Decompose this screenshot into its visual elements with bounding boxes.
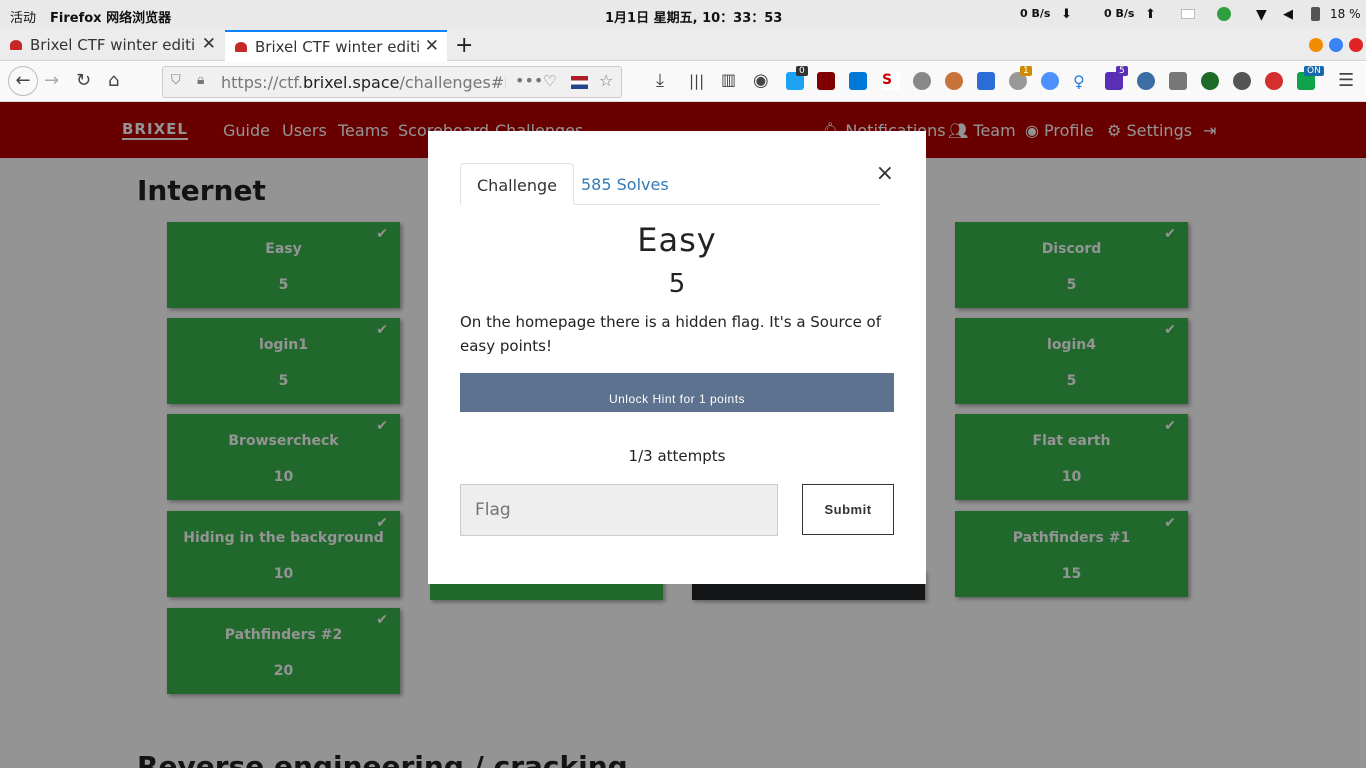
extension-icon[interactable] [1233,72,1251,90]
minimize-icon[interactable] [1309,38,1323,52]
arrow-up-icon: ⬆ [1145,7,1156,22]
unlock-hint-button[interactable]: Unlock Hint for 1 points [460,373,894,412]
browser-tab-active[interactable]: Brixel CTF winter edition ✕ [225,30,447,61]
volume-icon[interactable]: ◀ [1283,7,1297,22]
downloads-icon[interactable]: ⤓ [656,70,664,91]
extension-icon[interactable] [1041,72,1059,90]
extension-icon[interactable] [1201,72,1219,90]
wifi-icon[interactable]: ▼ [1256,7,1270,23]
challenge-name: Easy [637,221,717,259]
battery-icon[interactable] [1311,7,1320,21]
challenge-value: 5 [668,269,686,299]
activities-button[interactable]: 活动 [10,7,36,26]
keyboard-icon[interactable] [1181,9,1195,19]
browser-tab[interactable]: Brixel CTF winter edition ✕ [0,30,224,61]
reload-icon[interactable]: ↻ [76,70,91,91]
hamburger-menu-icon[interactable]: ☰ [1338,70,1354,91]
pin-icon[interactable]: ♀ [1073,72,1091,91]
bookmark-star-icon[interactable]: ☆ [599,71,613,90]
navigation-toolbar: ← → ↻ ⌂ ⛉ 🔒︎ https://ctf.brixel.space/ch… [0,62,1366,102]
extension-icon[interactable]: S [882,72,900,90]
forward-icon[interactable]: → [44,70,59,91]
extension-badge: 5 [1116,66,1128,76]
system-top-bar: 活动 Firefox 网络浏览器 1月1日 星期五, 10：33：53 0 B/… [0,0,1366,30]
flag-input[interactable] [460,484,778,536]
tab-solves[interactable]: 585 Solves [565,163,685,205]
back-icon[interactable]: ← [8,66,38,96]
shield-icon[interactable]: ⛉ [171,73,181,88]
home-icon[interactable]: ⌂ [108,70,119,91]
tab-challenge[interactable]: Challenge [460,163,574,205]
extension-badge: 0 [796,66,808,76]
close-tab-icon[interactable]: ✕ [202,34,216,54]
extension-badge: ON [1304,66,1324,76]
tab-title: Brixel CTF winter edition [255,38,420,56]
extension-icon[interactable] [849,72,867,90]
extension-icon[interactable] [1169,72,1187,90]
tab-strip: Brixel CTF winter edition ✕ Brixel CTF w… [0,30,1366,61]
sidebar-icon[interactable]: ▥ [721,70,736,89]
favicon-icon [235,42,247,52]
netherlands-flag-icon[interactable] [571,76,588,89]
globe-icon[interactable] [1137,72,1155,90]
extension-icon[interactable] [1265,72,1283,90]
url-bar[interactable]: ⛉ 🔒︎ https://ctf.brixel.space/challenges… [162,66,622,98]
submit-button[interactable]: Submit [802,484,894,535]
net-download-speed: 0 B/s [1020,7,1051,20]
net-upload-speed: 0 B/s [1104,7,1135,20]
pocket-icon[interactable]: ♡ [543,72,556,90]
attempts-counter: 1/3 attempts [628,447,726,465]
extension-icon[interactable] [977,72,995,90]
cookie-icon[interactable] [945,72,963,90]
battery-percent: 18 % [1330,7,1361,21]
clock[interactable]: 1月1日 星期五, 10：33：53 [605,7,782,26]
account-icon[interactable]: ◉ [753,70,769,91]
favicon-icon [10,40,22,50]
page-actions-icon[interactable]: ••• [515,71,543,90]
url-text[interactable]: https://ctf.brixel.space/challenges#Easy [221,73,506,92]
modal-tabs: Challenge 585 Solves [460,163,880,205]
close-icon[interactable]: × [876,161,894,186]
challenge-description: On the homepage there is a hidden flag. … [460,313,882,355]
close-tab-icon[interactable]: ✕ [425,36,439,56]
close-window-icon[interactable] [1349,38,1363,52]
extension-icon[interactable] [913,72,931,90]
new-tab-icon[interactable]: + [455,33,473,58]
app-menu[interactable]: Firefox 网络浏览器 [50,7,171,26]
lock-icon[interactable]: 🔒︎ [197,72,204,88]
maximize-icon[interactable] [1329,38,1343,52]
extension-badge: 1 [1020,66,1032,76]
wechat-icon[interactable] [1217,7,1231,21]
arrow-down-icon: ⬇ [1061,7,1072,22]
tab-title: Brixel CTF winter edition [30,36,195,54]
library-icon[interactable]: ||| [689,72,704,90]
challenge-modal: Challenge 585 Solves × Easy 5 On the hom… [428,131,926,584]
ublock-icon[interactable] [817,72,835,90]
